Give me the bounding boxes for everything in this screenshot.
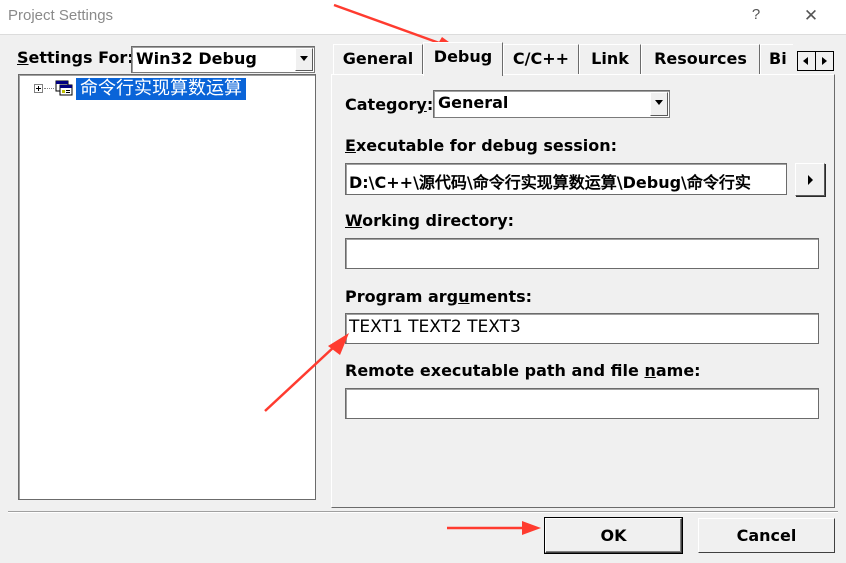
working-directory-mnemonic: W (345, 211, 363, 230)
remote-executable-label-text: Remote executable path and file (345, 361, 645, 380)
executable-browse-button[interactable] (795, 163, 825, 196)
tab-debug[interactable]: Debug (423, 42, 503, 76)
working-directory-label-text: orking directory: (362, 211, 515, 230)
program-arguments-mnemonic: u (458, 287, 470, 306)
tree-expand-icon[interactable] (34, 84, 43, 93)
tab-scroll-left-button[interactable] (797, 51, 816, 71)
settings-for-label-text: ettings For: (28, 48, 134, 67)
program-arguments-field[interactable]: TEXT1 TEXT2 TEXT3 (345, 313, 819, 344)
tab-general[interactable]: General (333, 44, 423, 74)
executable-label-text: xecutable for debug session: (355, 136, 618, 155)
tab-link[interactable]: Link (579, 44, 641, 74)
program-arguments-value: TEXT1 TEXT2 TEXT3 (349, 317, 521, 337)
chevron-down-icon (655, 100, 663, 105)
category-combo[interactable]: General (433, 90, 670, 118)
tab-resources[interactable]: Resources (641, 44, 760, 74)
arrow-right-icon (822, 57, 827, 65)
program-arguments-label: Program arguments: (345, 287, 532, 306)
project-icon (55, 80, 73, 96)
project-tree[interactable]: 命令行实现算数运算 (18, 74, 316, 500)
category-mnemonic: y (416, 95, 427, 114)
remote-executable-field[interactable] (345, 388, 819, 419)
remote-executable-label-suffix: ame: (655, 361, 701, 380)
category-value: General (438, 93, 509, 112)
settings-for-label: Settings For: (17, 48, 134, 67)
category-label: Category: (345, 95, 433, 114)
arrow-right-icon (808, 175, 813, 185)
remote-executable-label: Remote executable path and file name: (345, 361, 701, 380)
title-bar: Project Settings ? ✕ (0, 0, 846, 34)
window-title: Project Settings (8, 7, 114, 24)
tree-item-project[interactable]: 命令行实现算数运算 (76, 78, 246, 100)
working-directory-label: Working directory: (345, 211, 514, 230)
help-button[interactable]: ? (746, 6, 766, 26)
executable-label: Executable for debug session: (345, 136, 617, 155)
tree-connector (44, 88, 54, 89)
executable-value: D:\C++\源代码\命令行实现算数运算\Debug\命令行实 (349, 173, 751, 192)
category-dropdown-button[interactable] (650, 92, 668, 116)
footer-separator (8, 511, 838, 513)
close-button[interactable]: ✕ (800, 6, 822, 28)
settings-for-value: Win32 Debug (136, 49, 257, 68)
arrow-left-icon (803, 57, 808, 65)
working-directory-field[interactable] (345, 238, 819, 269)
executable-field[interactable]: D:\C++\源代码\命令行实现算数运算\Debug\命令行实 (345, 163, 787, 195)
tab-cpp[interactable]: C/C++ (503, 44, 579, 74)
cancel-button[interactable]: Cancel (698, 518, 835, 553)
remote-executable-mnemonic: n (644, 361, 656, 380)
program-arguments-label-suffix: ments: (469, 287, 533, 306)
tab-browse-info[interactable]: Bi (760, 44, 793, 74)
settings-for-mnemonic: S (17, 48, 29, 67)
tab-strip: General Debug C/C++ Link Resources Bi (333, 42, 793, 76)
program-arguments-label-text: Program arg (345, 287, 459, 306)
ok-button[interactable]: OK (544, 517, 683, 554)
settings-for-combo[interactable]: Win32 Debug (131, 46, 315, 73)
executable-mnemonic: E (345, 136, 356, 155)
settings-for-dropdown-button[interactable] (295, 48, 313, 71)
tab-scroller (797, 51, 835, 71)
category-label-text: Categor (345, 95, 417, 114)
chevron-down-icon (300, 56, 308, 61)
tab-scroll-right-button[interactable] (815, 51, 834, 71)
